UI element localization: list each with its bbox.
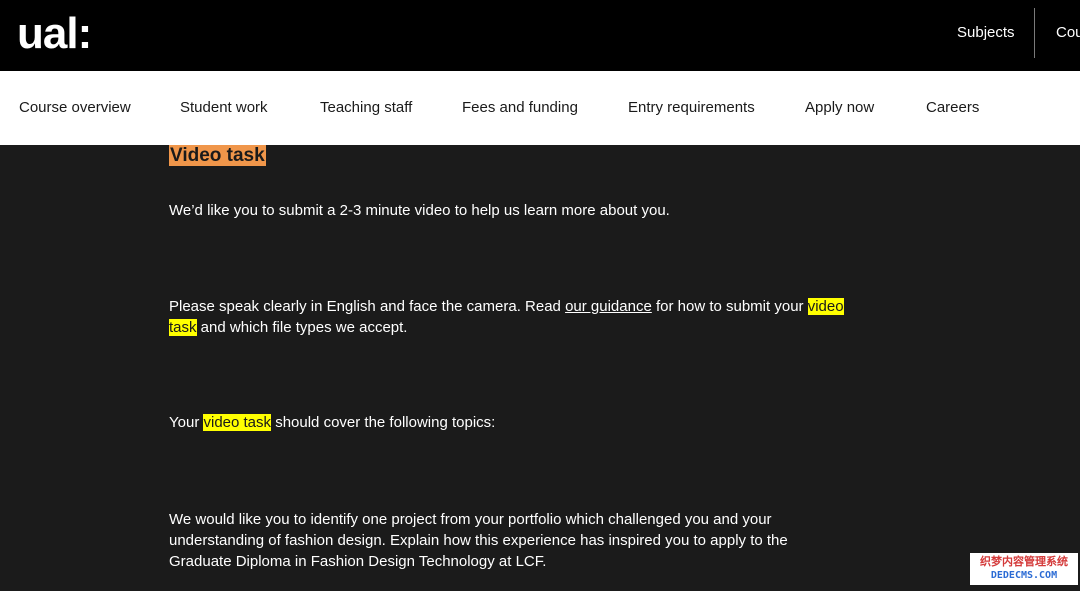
guidance-text-start: Please speak clearly in English and face… — [169, 298, 566, 315]
our-guidance-link[interactable]: our guidance — [565, 298, 652, 315]
ual-logo[interactable]: ual: — [17, 10, 92, 58]
watermark-line-1: 织梦内容管理系统 — [980, 556, 1068, 568]
subjects-link[interactable]: Subjects — [957, 24, 1015, 42]
subnav-item-teaching-staff[interactable]: Teaching staff — [320, 99, 412, 117]
watermark: 织梦内容管理系统 DEDECMS.COM — [970, 553, 1078, 585]
highlight-task: task — [169, 319, 197, 336]
subnav-item-fees-and-funding[interactable]: Fees and funding — [462, 99, 578, 117]
highlight-video: video — [807, 298, 844, 315]
intro-paragraph: We’d like you to submit a 2-3 minute vid… — [169, 202, 670, 219]
subnav-item-entry-requirements[interactable]: Entry requirements — [628, 99, 755, 117]
topics-text-end: should cover the following topics: — [271, 414, 496, 431]
subnav-item-careers[interactable]: Careers — [926, 99, 979, 117]
subnav-item-course-overview[interactable]: Course overview — [19, 99, 131, 117]
project-paragraph: We would like you to identify one projec… — [169, 511, 788, 570]
course-subnav: Course overview Student work Teaching st… — [0, 71, 1080, 145]
header-divider — [1034, 8, 1035, 58]
topics-paragraph: Your video task should cover the followi… — [169, 412, 859, 433]
subnav-item-apply-now[interactable]: Apply now — [805, 99, 874, 117]
global-header: ual: Subjects Cou — [0, 0, 1080, 71]
subnav-item-student-work[interactable]: Student work — [180, 99, 268, 117]
topics-text-start: Your — [169, 414, 204, 431]
guidance-text-end: and which file types we accept. — [196, 319, 408, 336]
highlight-video-task: video task — [203, 414, 272, 431]
section-heading: Video task — [169, 145, 266, 166]
main-content: Video task We’d like you to submit a 2-3… — [0, 145, 1080, 591]
courses-link[interactable]: Cou — [1056, 24, 1080, 42]
guidance-text-middle: for how to submit your — [651, 298, 808, 315]
watermark-line-2: DEDECMS.COM — [990, 570, 1058, 581]
guidance-paragraph: Please speak clearly in English and face… — [169, 296, 859, 338]
